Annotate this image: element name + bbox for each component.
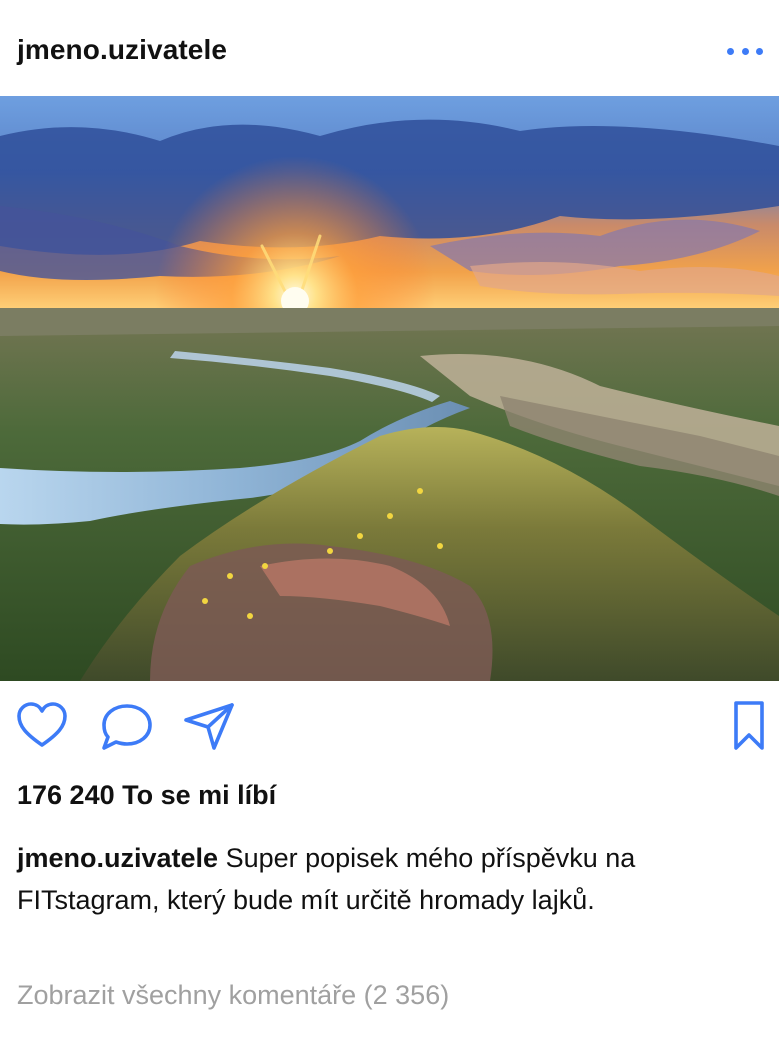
post-header: jmeno.uzivatele (0, 0, 779, 96)
more-dot (727, 47, 734, 55)
view-all-comments-link[interactable]: Zobrazit všechny komentáře (2 356) (17, 980, 449, 1011)
post-actions (0, 690, 779, 770)
comment-bubble-icon[interactable] (99, 700, 155, 752)
post-username[interactable]: jmeno.uzivatele (17, 34, 227, 66)
more-options-icon[interactable] (727, 45, 763, 57)
post-image[interactable] (0, 96, 779, 681)
heart-icon[interactable] (16, 700, 68, 752)
post-caption: jmeno.uzivatele Super popisek mého přísp… (17, 837, 762, 921)
caption-username[interactable]: jmeno.uzivatele (17, 843, 218, 873)
bookmark-icon[interactable] (732, 700, 766, 752)
likes-count[interactable]: 176 240 To se mi líbí (17, 780, 276, 811)
more-dot (741, 47, 749, 55)
paper-plane-icon[interactable] (182, 700, 238, 752)
more-dot (756, 47, 763, 55)
